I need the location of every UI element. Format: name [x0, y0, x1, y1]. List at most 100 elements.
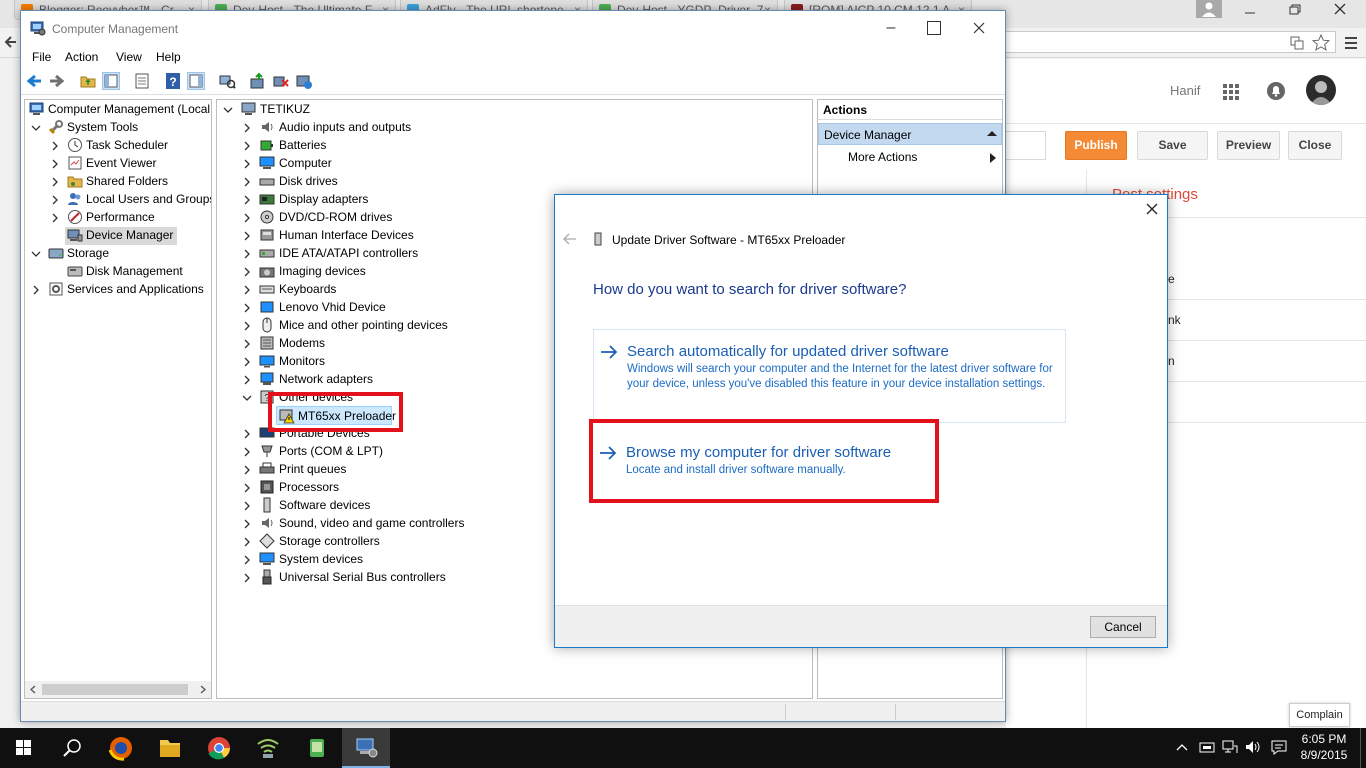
- chevron-right-icon[interactable]: [242, 357, 252, 367]
- chevron-down-icon[interactable]: [31, 249, 41, 259]
- chevron-right-icon[interactable]: [50, 141, 60, 151]
- chevron-right-icon[interactable]: [242, 267, 252, 277]
- chevron-right-icon[interactable]: [242, 249, 252, 259]
- chevron-down-icon[interactable]: [242, 393, 252, 403]
- close-icon[interactable]: [971, 20, 991, 36]
- chevron-right-icon[interactable]: [242, 573, 252, 583]
- scrollbar-thumb[interactable]: [42, 684, 188, 695]
- file-explorer-icon[interactable]: [146, 728, 194, 768]
- search-automatically-option[interactable]: Search automatically for updated driver …: [593, 329, 1066, 423]
- chevron-right-icon[interactable]: [242, 231, 252, 241]
- help-icon[interactable]: ?: [164, 72, 182, 90]
- firefox-icon[interactable]: [97, 728, 145, 768]
- tree-item-services-applications[interactable]: Services and Applications: [67, 280, 204, 298]
- title-bar[interactable]: Computer Management –: [21, 11, 1005, 46]
- close-button[interactable]: Close: [1288, 131, 1342, 160]
- tree-item-disk-management[interactable]: Disk Management: [86, 262, 183, 280]
- chevron-right-icon[interactable]: [31, 285, 41, 295]
- chevron-right-icon[interactable]: [242, 303, 252, 313]
- chevron-right-icon[interactable]: [242, 285, 252, 295]
- chevron-right-icon[interactable]: [242, 375, 252, 385]
- back-arrow-icon[interactable]: [563, 233, 577, 245]
- chevron-right-icon[interactable]: [242, 465, 252, 475]
- avatar[interactable]: [1306, 75, 1336, 105]
- enable-device-icon[interactable]: [295, 72, 313, 90]
- cancel-button[interactable]: Cancel: [1090, 616, 1156, 638]
- tree-item-storage[interactable]: Storage: [67, 244, 109, 262]
- chevron-right-icon[interactable]: [242, 483, 252, 493]
- preview-button[interactable]: Preview: [1217, 131, 1280, 160]
- chevron-right-icon[interactable]: [242, 159, 252, 169]
- computer-management-taskbar-icon[interactable]: [342, 728, 390, 768]
- device-tree-root[interactable]: TETIKUZ: [260, 100, 310, 118]
- chevron-right-icon[interactable]: [50, 177, 60, 187]
- address-bar[interactable]: [1006, 31, 1336, 53]
- menu-action[interactable]: Action: [65, 50, 98, 64]
- actions-group-device-manager[interactable]: Device Manager: [818, 123, 1002, 145]
- apps-grid-icon[interactable]: [1222, 83, 1240, 101]
- minimize-icon[interactable]: [1242, 2, 1258, 16]
- chevron-right-icon[interactable]: [50, 213, 60, 223]
- chevron-right-icon[interactable]: [242, 537, 252, 547]
- action-center-icon[interactable]: [1271, 739, 1287, 755]
- chevron-down-icon[interactable]: [31, 123, 41, 133]
- horizontal-scrollbar[interactable]: [25, 681, 211, 698]
- update-driver-icon[interactable]: [249, 72, 267, 90]
- chevron-right-icon[interactable]: [50, 159, 60, 169]
- chevron-down-icon[interactable]: [223, 105, 233, 115]
- chevron-right-icon[interactable]: [242, 213, 252, 223]
- back-arrow-icon[interactable]: [25, 72, 43, 90]
- network-tool-icon[interactable]: [244, 728, 292, 768]
- show-desktop-button[interactable]: [1360, 728, 1366, 768]
- chevron-right-icon[interactable]: [50, 195, 60, 205]
- close-icon[interactable]: [1332, 2, 1348, 16]
- forward-arrow-icon[interactable]: [48, 72, 66, 90]
- bookmark-star-icon[interactable]: [1312, 34, 1330, 52]
- minimize-icon[interactable]: –: [881, 19, 901, 37]
- maximize-icon[interactable]: [927, 21, 941, 35]
- clock[interactable]: 6:05 PM 8/9/2015: [1298, 731, 1350, 763]
- tree-item-device-manager[interactable]: Device Manager: [86, 226, 173, 244]
- chevron-right-icon[interactable]: [242, 321, 252, 331]
- save-button[interactable]: Save: [1137, 131, 1208, 160]
- start-button[interactable]: [0, 728, 48, 768]
- chevron-right-icon[interactable]: [242, 447, 252, 457]
- tree-item-task-scheduler[interactable]: Task Scheduler: [86, 136, 168, 154]
- show-action-pane-icon[interactable]: [187, 72, 205, 90]
- chevron-right-icon[interactable]: [242, 519, 252, 529]
- back-icon[interactable]: [4, 34, 18, 50]
- network-icon[interactable]: [1222, 740, 1238, 754]
- up-folder-icon[interactable]: [79, 72, 97, 90]
- chrome-icon[interactable]: [195, 728, 243, 768]
- post-title-input[interactable]: [1006, 131, 1046, 160]
- chevron-right-icon[interactable]: [242, 339, 252, 349]
- search-icon[interactable]: [48, 728, 96, 768]
- scan-hardware-icon[interactable]: [218, 72, 236, 90]
- notifications-bell-icon[interactable]: [1266, 81, 1286, 101]
- menu-view[interactable]: View: [116, 50, 142, 64]
- show-hide-console-tree-icon[interactable]: [102, 72, 120, 90]
- tray-app-icon[interactable]: [1199, 740, 1215, 754]
- publish-button[interactable]: Publish: [1065, 131, 1127, 160]
- chevron-right-icon[interactable]: [242, 177, 252, 187]
- user-name[interactable]: Hanif: [1170, 83, 1200, 98]
- chrome-menu-icon[interactable]: [1344, 35, 1358, 51]
- properties-sheet-icon[interactable]: [133, 72, 151, 90]
- scroll-right-icon[interactable]: [199, 685, 207, 694]
- tree-item-local-users-groups[interactable]: Local Users and Groups: [86, 190, 211, 208]
- volume-icon[interactable]: [1245, 740, 1261, 754]
- chevron-right-icon[interactable]: [242, 429, 252, 439]
- chevron-right-icon[interactable]: [242, 123, 252, 133]
- action-more-actions[interactable]: More Actions: [818, 147, 1002, 167]
- tree-item-system-tools[interactable]: System Tools: [67, 118, 138, 136]
- profile-icon[interactable]: [1196, 0, 1222, 18]
- chevron-right-icon[interactable]: [242, 195, 252, 205]
- tree-root-computer-management[interactable]: Computer Management (Local: [48, 100, 210, 118]
- tree-item-event-viewer[interactable]: Event Viewer: [86, 154, 156, 172]
- scroll-left-icon[interactable]: [29, 685, 37, 694]
- chevron-right-icon[interactable]: [242, 555, 252, 565]
- restore-icon[interactable]: [1286, 2, 1302, 16]
- tree-item-shared-folders[interactable]: Shared Folders: [86, 172, 168, 190]
- chevron-right-icon[interactable]: [242, 501, 252, 511]
- chevron-right-icon[interactable]: [242, 141, 252, 151]
